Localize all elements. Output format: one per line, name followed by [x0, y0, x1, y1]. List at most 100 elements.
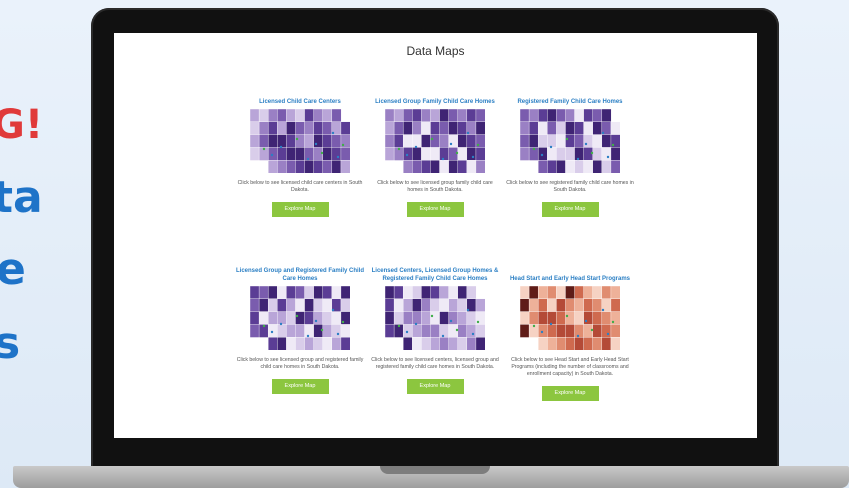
location-marker: [471, 332, 475, 336]
county-cell: [537, 286, 548, 300]
explore-map-button[interactable]: Explore Map: [406, 379, 464, 394]
county-cell: [421, 337, 431, 350]
county-cell: [267, 109, 278, 123]
county-cell: [267, 286, 278, 300]
county-cell: [258, 121, 269, 136]
county-cell: [393, 109, 404, 123]
county-cell: [457, 121, 468, 136]
location-marker: [576, 334, 580, 338]
card-title[interactable]: Registered Family Child Care Homes: [500, 88, 640, 106]
county-cell: [439, 324, 450, 338]
county-cell: [475, 109, 485, 123]
county-cell: [528, 134, 539, 148]
county-cell: [421, 160, 431, 173]
county-cell: [295, 337, 306, 350]
card-title[interactable]: Head Start and Early Head Start Programs: [500, 265, 640, 283]
county-cell: [267, 160, 278, 173]
south-dakota-map-thumbnail[interactable]: [385, 286, 485, 350]
county-cell: [466, 147, 477, 161]
explore-map-button[interactable]: Explore Map: [271, 379, 329, 394]
explore-map-button[interactable]: Explore Map: [271, 202, 329, 217]
card-title[interactable]: Licensed Centers, Licensed Group Homes &…: [365, 265, 505, 283]
south-dakota-map-thumbnail[interactable]: [520, 286, 620, 350]
county-cell: [601, 134, 612, 148]
county-cell: [439, 109, 450, 123]
map-card-registered-homes: Registered Family Child Care Homes Click…: [500, 88, 640, 217]
county-cell: [475, 147, 485, 161]
map-card-group-and-registered: Licensed Group and Registered Family Chi…: [230, 265, 370, 394]
south-dakota-map-thumbnail[interactable]: [250, 286, 350, 350]
county-cell: [250, 324, 260, 338]
card-title[interactable]: Licensed Child Care Centers: [230, 88, 370, 106]
location-marker: [455, 328, 459, 332]
county-cell: [520, 147, 530, 161]
county-cell: [277, 109, 287, 123]
location-marker: [430, 137, 434, 141]
county-cell: [439, 298, 450, 313]
county-cell: [601, 286, 612, 300]
south-dakota-map-thumbnail[interactable]: [520, 109, 620, 173]
county-cell: [448, 134, 459, 148]
county-cell: [565, 134, 576, 148]
location-marker: [549, 322, 553, 326]
county-cell: [277, 147, 287, 161]
county-cell: [313, 286, 324, 300]
county-cell: [385, 121, 395, 136]
location-marker: [262, 147, 266, 151]
card-description: Click below to see licensed centers, lic…: [371, 357, 499, 370]
county-cell: [520, 286, 530, 300]
county-cell: [304, 324, 315, 338]
county-cell: [457, 160, 468, 173]
county-cell: [528, 121, 539, 136]
location-marker: [320, 328, 324, 332]
map-card-licensed-group-homes: Licensed Group Family Child Care Homes C…: [365, 88, 505, 217]
explore-map-button[interactable]: Explore Map: [541, 386, 599, 401]
location-marker: [476, 143, 480, 147]
county-cell: [340, 160, 350, 173]
county-cell: [421, 324, 431, 338]
county-cell: [295, 109, 306, 123]
county-cell: [322, 286, 333, 300]
county-cell: [528, 298, 539, 313]
explore-map-button[interactable]: Explore Map: [406, 202, 464, 217]
location-marker: [279, 145, 283, 149]
county-cell: [610, 160, 620, 173]
county-cell: [430, 160, 441, 173]
county-cell: [250, 286, 260, 300]
county-cell: [537, 160, 548, 173]
county-cell: [331, 286, 342, 300]
county-cell: [547, 298, 557, 313]
location-marker: [306, 334, 310, 338]
county-cell: [412, 109, 422, 123]
county-cell: [448, 298, 459, 313]
county-cell: [537, 121, 548, 136]
card-title[interactable]: Licensed Group and Registered Family Chi…: [230, 265, 370, 283]
county-cell: [520, 134, 530, 148]
county-cell: [466, 337, 477, 350]
county-cell: [430, 109, 441, 123]
south-dakota-map-thumbnail[interactable]: [385, 109, 485, 173]
county-cell: [457, 147, 468, 161]
south-dakota-map-thumbnail[interactable]: [250, 109, 350, 173]
county-cell: [610, 286, 620, 300]
county-cell: [322, 121, 333, 136]
county-cell: [402, 147, 413, 161]
location-marker: [590, 328, 594, 332]
location-marker: [476, 320, 480, 324]
location-marker: [331, 308, 335, 312]
county-cell: [402, 121, 413, 136]
card-title[interactable]: Licensed Group Family Child Care Homes: [365, 88, 505, 106]
county-cell: [574, 337, 585, 350]
location-marker: [549, 145, 553, 149]
county-cell: [565, 160, 576, 173]
county-cell: [402, 286, 413, 300]
county-cell: [304, 298, 315, 313]
county-cell: [277, 311, 287, 325]
explore-map-button[interactable]: Explore Map: [541, 202, 599, 217]
county-cell: [537, 298, 548, 313]
location-marker: [397, 324, 401, 328]
county-cell: [466, 109, 477, 123]
county-cell: [385, 109, 395, 123]
location-marker: [414, 322, 418, 326]
county-cell: [583, 337, 594, 350]
